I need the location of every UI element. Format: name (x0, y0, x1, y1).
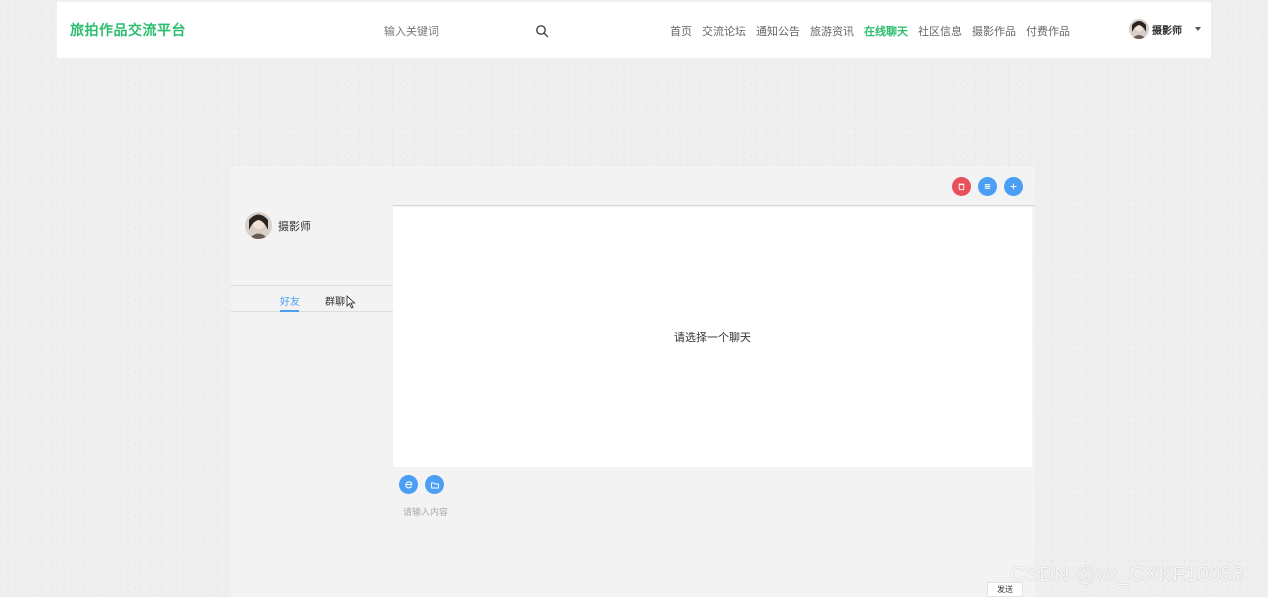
user-name: 摄影师 (1152, 25, 1182, 37)
folder-icon (430, 482, 439, 488)
plus-icon (1010, 183, 1017, 190)
add-button[interactable] (1004, 177, 1023, 196)
nav-item-online-chat[interactable]: 在线聊天 (864, 23, 908, 39)
list-icon (984, 184, 991, 189)
upload-file-button[interactable] (425, 475, 444, 494)
empty-chat-hint: 请选择一个聊天 (674, 331, 751, 344)
delete-icon (958, 183, 965, 191)
chat-panel: 摄影师 好友 群聊 请选择一个聊天 请输入内容 (231, 166, 1035, 597)
profile-name: 摄影师 (278, 219, 311, 233)
main-nav: 首页 交流论坛 通知公告 旅游资讯 在线聊天 社区信息 摄影作品 付费作品 (670, 23, 1080, 39)
chat-toolbar (393, 166, 1035, 206)
nav-item-notices[interactable]: 通知公告 (756, 23, 800, 39)
search-input[interactable] (384, 24, 534, 38)
tab-friends[interactable]: 好友 (280, 293, 300, 308)
avatar (1129, 19, 1149, 39)
nav-item-paid-works[interactable]: 付费作品 (1026, 23, 1070, 39)
chat-sidebar: 摄影师 好友 群聊 (231, 166, 393, 597)
search-bar (384, 21, 559, 41)
chevron-down-icon[interactable] (1195, 27, 1201, 31)
watermark: CSDN @vx_CXKF10088 (1010, 563, 1244, 586)
tab-group-chat[interactable]: 群聊 (325, 293, 345, 308)
nav-item-home[interactable]: 首页 (670, 23, 692, 39)
top-navbar: 旅拍作品交流平台 首页 交流论坛 通知公告 旅游资讯 在线聊天 社区信息 摄影作… (57, 2, 1211, 58)
nav-item-forum[interactable]: 交流论坛 (702, 23, 746, 39)
site-logo-title[interactable]: 旅拍作品交流平台 (70, 20, 186, 40)
chat-tabs: 好友 群聊 (231, 285, 393, 312)
message-input[interactable] (403, 504, 1003, 522)
emoji-button[interactable] (399, 475, 418, 494)
chat-profile: 摄影师 (245, 212, 311, 239)
nav-item-travel-news[interactable]: 旅游资讯 (810, 23, 854, 39)
user-menu[interactable]: 摄影师 (1129, 19, 1201, 39)
delete-button[interactable] (952, 177, 971, 196)
list-button[interactable] (978, 177, 997, 196)
nav-item-photo-works[interactable]: 摄影作品 (972, 23, 1016, 39)
mouse-cursor-icon (346, 295, 356, 309)
message-area: 请选择一个聊天 (393, 207, 1032, 467)
avatar (245, 212, 272, 239)
search-icon[interactable] (535, 24, 549, 38)
emoji-icon (404, 480, 412, 488)
nav-item-community[interactable]: 社区信息 (918, 23, 962, 39)
active-tab-indicator (280, 310, 299, 312)
